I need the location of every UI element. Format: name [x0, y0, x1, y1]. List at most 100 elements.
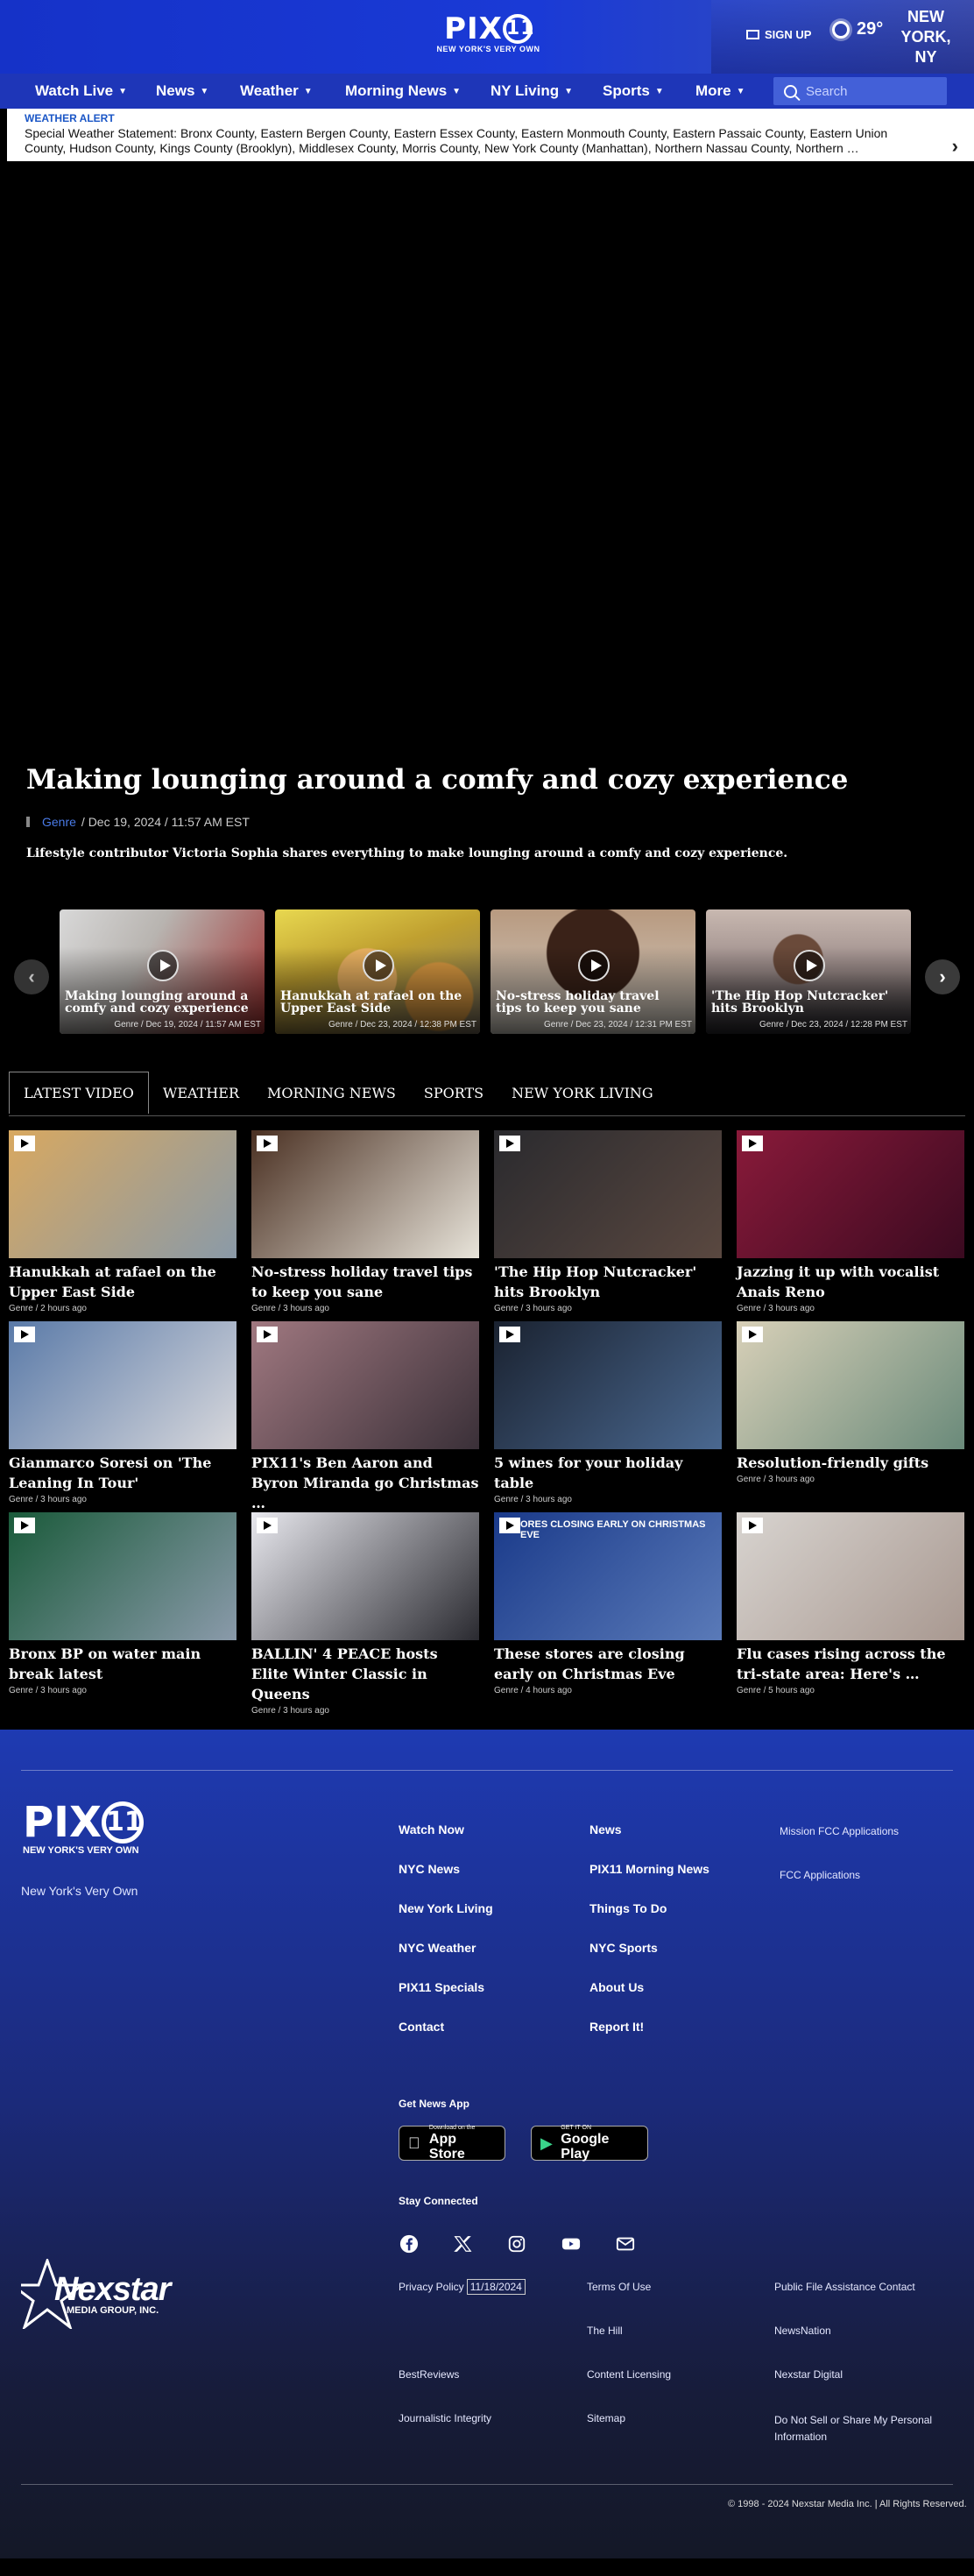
video-card[interactable]: BALLIN' 4 PEACE hosts Elite Winter Class…	[251, 1512, 479, 1716]
footer-link[interactable]: NYC Weather	[399, 1941, 476, 1955]
video-thumbnail[interactable]	[9, 1512, 236, 1640]
play-icon[interactable]	[147, 950, 179, 981]
carousel-card[interactable]: Hanukkah at rafael on the Upper East Sid…	[275, 909, 480, 1034]
video-thumbnail[interactable]	[9, 1321, 236, 1449]
tab-sports[interactable]: SPORTS	[410, 1072, 498, 1114]
video-title[interactable]: Hanukkah at rafael on the Upper East Sid…	[9, 1262, 236, 1302]
chevron-right-icon[interactable]: ›	[952, 135, 958, 158]
instagram-icon[interactable]	[506, 2234, 527, 2254]
video-card[interactable]: No-stress holiday travel tips to keep yo…	[251, 1130, 479, 1313]
video-card[interactable]: 'The Hip Hop Nutcracker' hits Brooklyn Ge…	[494, 1130, 722, 1313]
video-card[interactable]: 5 wines for your holiday table Genre / 3 …	[494, 1321, 722, 1504]
video-thumbnail[interactable]	[737, 1512, 964, 1640]
play-icon[interactable]	[363, 950, 394, 981]
footer-link[interactable]: NYC News	[399, 1862, 460, 1876]
legal-link[interactable]: Content Licensing	[587, 2368, 671, 2381]
video-card[interactable]: Resolution-friendly gifts Genre / 3 hours…	[737, 1321, 964, 1484]
video-title[interactable]: 'The Hip Hop Nutcracker' hits Brooklyn	[494, 1262, 722, 1302]
footer-link[interactable]: PIX11 Morning News	[589, 1862, 709, 1876]
footer-link[interactable]: Contact	[399, 2020, 444, 2034]
carousel-next-button[interactable]: ›	[925, 959, 960, 994]
video-thumbnail[interactable]	[737, 1321, 964, 1449]
weather-widget[interactable]: 29°	[832, 19, 883, 39]
video-card[interactable]: ORES CLOSING EARLY ON CHRISTMAS EVE These…	[494, 1512, 722, 1695]
video-title[interactable]: BALLIN' 4 PEACE hosts Elite Winter Class…	[251, 1644, 479, 1704]
video-thumbnail[interactable]	[251, 1321, 479, 1449]
carousel-card[interactable]: 'The Hip Hop Nutcracker' hits Brooklyn G…	[706, 909, 911, 1034]
footer-link[interactable]: NYC Sports	[589, 1941, 658, 1955]
x-icon[interactable]	[452, 2234, 473, 2254]
video-title[interactable]: Jazzing it up with vocalist Anais Reno	[737, 1262, 964, 1302]
location[interactable]: NEW YORK, NY	[895, 7, 956, 67]
video-card[interactable]: Hanukkah at rafael on the Upper East Sid…	[9, 1130, 236, 1313]
nav-news[interactable]: News ▼	[156, 82, 208, 100]
video-title[interactable]: Resolution-friendly gifts	[737, 1453, 964, 1473]
tab-latest-video[interactable]: LATEST VIDEO	[9, 1072, 149, 1114]
search-box[interactable]	[773, 77, 947, 105]
video-thumbnail[interactable]	[251, 1130, 479, 1258]
google-play-button[interactable]: ▶ GET IT ON Google Play	[531, 2125, 648, 2162]
email-icon[interactable]	[615, 2234, 636, 2254]
footer-link[interactable]: PIX11 Specials	[399, 1980, 484, 1994]
footer-link[interactable]: Mission FCC Applications	[780, 1825, 899, 1837]
video-card[interactable]: PIX11's Ben Aaron and Byron Miranda go C…	[251, 1321, 479, 1525]
footer-link[interactable]: New York Living	[399, 1901, 493, 1915]
video-thumbnail[interactable]: ORES CLOSING EARLY ON CHRISTMAS EVE	[494, 1512, 722, 1640]
youtube-icon[interactable]	[561, 2234, 582, 2254]
footer-link[interactable]: Report It!	[589, 2020, 644, 2034]
carousel-card[interactable]: Making lounging around a comfy and cozy …	[60, 909, 265, 1034]
video-card[interactable]: Flu cases rising across the tri-state ar…	[737, 1512, 964, 1695]
video-title[interactable]: Gianmarco Soresi on 'The Leaning In Tour…	[9, 1453, 236, 1493]
nav-weather[interactable]: Weather ▼	[240, 82, 313, 100]
video-thumbnail[interactable]	[9, 1130, 236, 1258]
search-input[interactable]	[806, 83, 928, 99]
nav-morning-news[interactable]: Morning News ▼	[345, 82, 461, 100]
video-thumbnail[interactable]	[737, 1130, 964, 1258]
legal-link[interactable]: Sitemap	[587, 2412, 625, 2424]
footer-link[interactable]: Watch Now	[399, 1822, 464, 1836]
video-title[interactable]: No-stress holiday travel tips to keep yo…	[251, 1262, 479, 1302]
footer-pix11-logo[interactable]: PIX 11 NEW YORK'S VERY OWN	[23, 1801, 145, 1856]
nav-more[interactable]: More ▼	[695, 82, 745, 100]
tab-new-york-living[interactable]: NEW YORK LIVING	[498, 1072, 667, 1114]
legal-link[interactable]: Terms Of Use	[587, 2281, 651, 2293]
facebook-icon[interactable]	[399, 2234, 420, 2254]
video-title[interactable]: Bronx BP on water main break latest	[9, 1644, 236, 1684]
genre-link[interactable]: Genre	[42, 815, 76, 829]
app-store-button[interactable]:  Download on theApp Store	[399, 2125, 505, 2162]
video-title[interactable]: Flu cases rising across the tri-state ar…	[737, 1644, 964, 1684]
carousel-card[interactable]: No-stress holiday travel tips to keep yo…	[491, 909, 695, 1034]
legal-link[interactable]: NewsNation	[774, 2325, 831, 2337]
legal-link[interactable]: Public File Assistance Contact	[774, 2281, 915, 2293]
play-icon[interactable]	[578, 950, 610, 981]
video-thumbnail[interactable]	[251, 1512, 479, 1640]
signup-link[interactable]: SIGN UP	[746, 28, 811, 41]
carousel-prev-button[interactable]: ‹	[14, 959, 49, 994]
footer-link[interactable]: Things To Do	[589, 1901, 667, 1915]
legal-link[interactable]: Nexstar Digital	[774, 2368, 843, 2381]
legal-link[interactable]: The Hill	[587, 2325, 623, 2337]
nav-ny-living[interactable]: NY Living ▼	[491, 82, 573, 100]
video-thumbnail[interactable]	[494, 1130, 722, 1258]
video-card[interactable]: Jazzing it up with vocalist Anais Reno Ge…	[737, 1130, 964, 1313]
privacy-policy-link[interactable]: Privacy Policy	[399, 2281, 464, 2293]
tab-morning-news[interactable]: MORNING NEWS	[253, 1072, 410, 1114]
nav-watch-live[interactable]: Watch Live ▼	[35, 82, 127, 100]
nexstar-logo[interactable]: Nexstar MEDIA GROUP, INC.	[21, 2259, 171, 2329]
video-player[interactable]	[0, 161, 974, 740]
video-title[interactable]: 5 wines for your holiday table	[494, 1453, 722, 1493]
play-icon[interactable]	[794, 950, 825, 981]
legal-link[interactable]: BestReviews	[399, 2368, 459, 2381]
tab-weather[interactable]: WEATHER	[149, 1072, 253, 1114]
video-card[interactable]: Gianmarco Soresi on 'The Leaning In Tour…	[9, 1321, 236, 1504]
legal-link[interactable]: Do Not Sell or Share My Personal Informa…	[774, 2412, 949, 2445]
legal-link[interactable]: Journalistic Integrity	[399, 2412, 491, 2424]
weather-alert-banner[interactable]: WEATHER ALERT Special Weather Statement:…	[7, 109, 974, 161]
footer-link[interactable]: FCC Applications	[780, 1869, 860, 1881]
footer-link[interactable]: About Us	[589, 1980, 644, 1994]
video-title[interactable]: These stores are closing early on Christ…	[494, 1644, 722, 1684]
video-card[interactable]: Bronx BP on water main break latest Genre…	[9, 1512, 236, 1695]
footer-link[interactable]: News	[589, 1822, 622, 1836]
nav-sports[interactable]: Sports ▼	[603, 82, 664, 100]
video-thumbnail[interactable]	[494, 1321, 722, 1449]
